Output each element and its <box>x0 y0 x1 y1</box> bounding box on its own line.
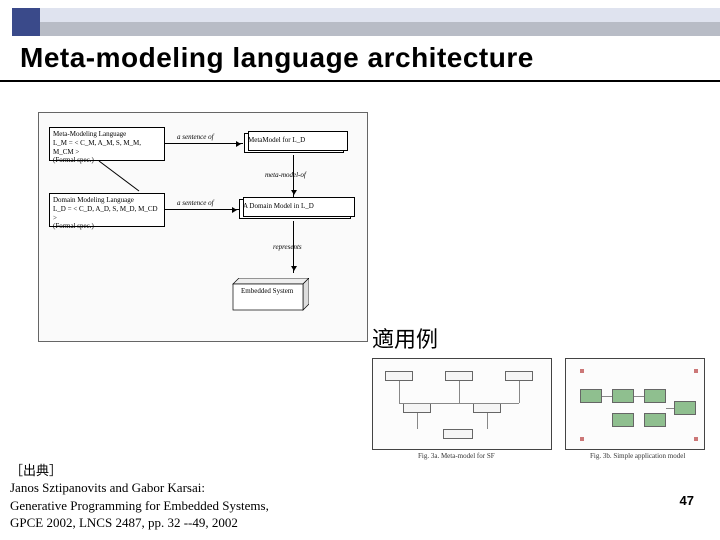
label-sentence-of-top: a sentence of <box>177 133 214 141</box>
accent-square <box>12 8 40 36</box>
metamodel-text: MetaModel for L_D <box>248 136 305 144</box>
embedded-system-box: Embedded System <box>227 278 309 312</box>
accent-bar-light <box>40 8 720 22</box>
example-thumbnail-right <box>565 358 705 450</box>
citation-line1: ［出典］ <box>10 462 269 480</box>
meta-modeling-language-box: Meta-Modeling Language L_M = < C_M, A_M,… <box>49 127 165 161</box>
citation-line3: Generative Programming for Embedded Syst… <box>10 497 269 515</box>
thumbnail-right-caption: Fig. 3b. Simple application model <box>590 452 685 460</box>
citation-line4: GPCE 2002, LNCS 2487, pp. 32 --49, 2002 <box>10 514 269 532</box>
domain-model-text: A Domain Model in L_D <box>243 202 314 210</box>
page-number: 47 <box>680 493 694 508</box>
arrow-sentence-of-top <box>165 143 243 144</box>
citation-line2: Janos Sztipanovits and Gabor Karsai: <box>10 479 269 497</box>
arrow-represents-diagonal <box>99 161 279 281</box>
accent-bar-gray <box>40 22 720 36</box>
citation-block: ［出典］ Janos Sztipanovits and Gabor Karsai… <box>10 462 269 532</box>
architecture-diagram: Meta-Modeling Language L_M = < C_M, A_M,… <box>38 112 368 342</box>
meta-modeling-language-text: Meta-Modeling Language L_M = < C_M, A_M,… <box>53 130 141 164</box>
example-label: 適用例 <box>372 322 438 354</box>
title-underline <box>0 80 720 82</box>
example-thumbnail-left <box>372 358 552 450</box>
slide-title: Meta-modeling language architecture <box>20 42 534 74</box>
embedded-system-text: Embedded System <box>241 288 293 296</box>
domain-model-box: A Domain Model in L_D <box>239 199 351 219</box>
metamodel-box: MetaModel for L_D <box>244 133 344 153</box>
thumbnail-left-caption: Fig. 3a. Meta-model for SF <box>418 452 495 460</box>
